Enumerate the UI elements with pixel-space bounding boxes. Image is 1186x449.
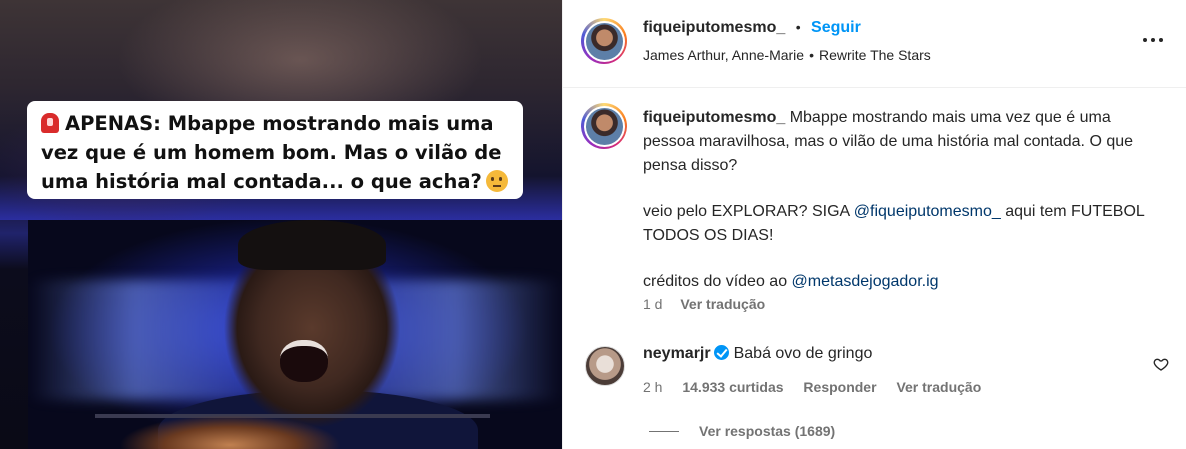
view-replies-label: Ver respostas (1689) — [699, 423, 836, 439]
heart-icon[interactable] — [1153, 356, 1169, 372]
commenter-username[interactable]: neymarjr — [643, 345, 711, 362]
verified-badge-icon — [713, 345, 729, 360]
comment: neymarjr Babá ovo de gringo — [643, 345, 872, 363]
post-time: 1 d — [643, 296, 663, 312]
audio-title: Rewrite The Stars — [818, 47, 931, 63]
translate-caption-button[interactable]: Ver tradução — [680, 296, 765, 312]
author-username[interactable]: fiqueiputomesmo_ — [643, 19, 785, 36]
author-avatar[interactable] — [581, 18, 627, 64]
comment-likes[interactable]: 14.933 curtidas — [682, 379, 783, 395]
commenter-avatar[interactable] — [585, 346, 625, 386]
comment-time: 2 h — [643, 379, 663, 395]
separator-dot: • — [795, 19, 801, 35]
media-caption-line-3: uma história mal contada... o que acha? — [41, 170, 482, 193]
credits-mention-link[interactable]: @metasdejogador.ig — [792, 273, 939, 290]
mention-link[interactable]: @fiqueiputomesmo_ — [854, 203, 1001, 220]
post-media[interactable]: APENAS: Mbappe mostrando mais uma vez qu… — [0, 0, 562, 449]
replies-divider — [649, 431, 679, 432]
more-horizontal-icon[interactable] — [1143, 38, 1163, 44]
post-caption: fiqueiputomesmo_ Mbappe mostrando mais u… — [643, 109, 1145, 290]
media-caption-overlay: APENAS: Mbappe mostrando mais uma vez qu… — [27, 101, 523, 199]
follow-button[interactable]: Seguir — [811, 19, 861, 36]
media-caption-line-2: vez que é um homem bom. Mas o vilão de — [41, 141, 502, 164]
siren-emoji-icon — [41, 113, 59, 133]
thinking-face-emoji-icon — [485, 170, 508, 192]
audio-artist: James Arthur, Anne-Marie — [643, 47, 805, 63]
post-details-panel: fiqueiputomesmo_ • Seguir James Arthur, … — [562, 0, 1186, 449]
media-caption-line-1: APENAS: Mbappe mostrando mais uma — [65, 112, 494, 135]
comment-text: Babá ovo de gringo — [733, 345, 873, 362]
translate-comment-button[interactable]: Ver tradução — [896, 379, 981, 395]
comment-meta: 2 h 14.933 curtidas Responder Ver traduç… — [643, 379, 997, 395]
caption-author-username[interactable]: fiqueiputomesmo_ — [643, 109, 785, 126]
reply-button[interactable]: Responder — [803, 379, 876, 395]
view-replies-button[interactable]: Ver respostas (1689) — [649, 423, 835, 439]
post-header: fiqueiputomesmo_ • Seguir James Arthur, … — [563, 0, 1186, 88]
caption-author-avatar[interactable] — [581, 103, 627, 149]
audio-info[interactable]: James Arthur, Anne-Marie • Rewrite The Sta… — [643, 47, 931, 63]
caption-meta: 1 d Ver tradução — [643, 296, 765, 312]
